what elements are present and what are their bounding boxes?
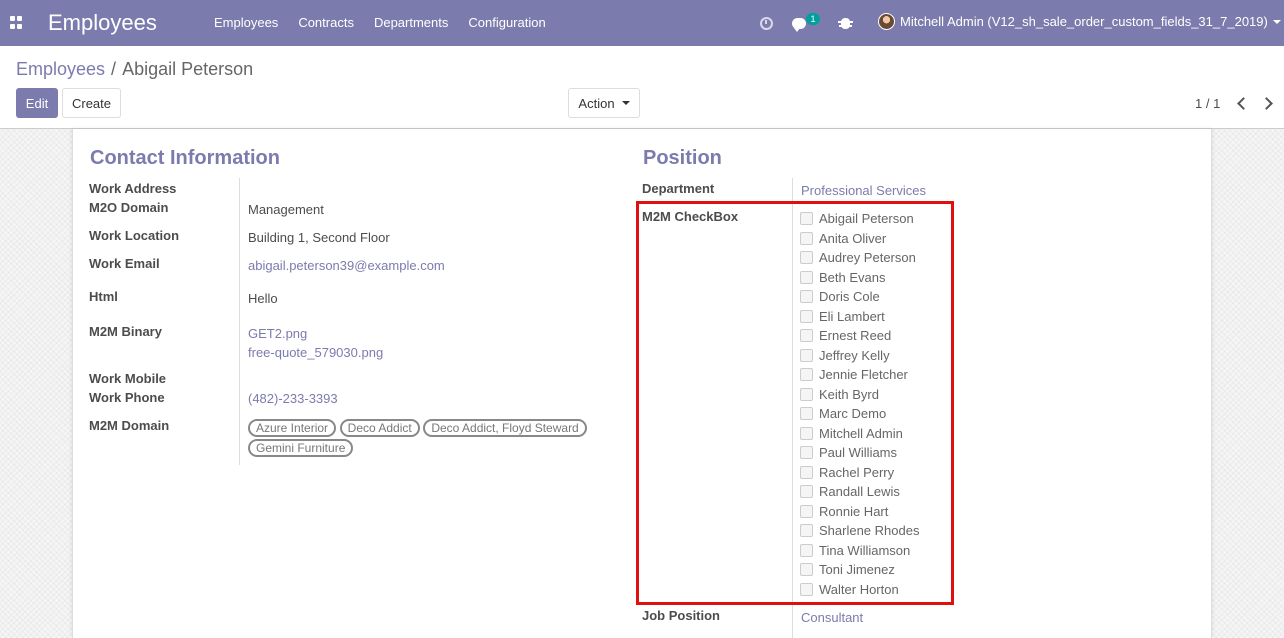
html-value: Hello: [248, 291, 278, 306]
work-address-label: Work Address: [89, 181, 177, 196]
m2o-domain-value[interactable]: Management: [248, 202, 324, 217]
chevron-right-icon[interactable]: [1262, 97, 1274, 109]
chat-icon[interactable]: [792, 0, 806, 46]
pager-value[interactable]: 1 / 1: [1195, 96, 1220, 111]
department-label: Department: [642, 181, 715, 196]
m2m-binary-label: M2M Binary: [89, 324, 162, 339]
html-label: Html: [89, 289, 118, 304]
menu-item-configuration[interactable]: Configuration: [468, 15, 545, 30]
avatar: [878, 13, 895, 30]
m2m-domain-tags: Azure Interior Deco Addict Deco Addict, …: [248, 419, 588, 459]
contact-divider: [239, 178, 240, 465]
menu-item-employees[interactable]: Employees: [214, 15, 278, 30]
annotation-highlight-box: [636, 201, 954, 605]
app-title: Employees: [48, 10, 157, 35]
chevron-left-icon[interactable]: [1235, 97, 1247, 109]
breadcrumb-current: Abigail Peterson: [122, 59, 254, 79]
department-link[interactable]: Professional Services: [801, 183, 926, 198]
work-email-label: Work Email: [89, 256, 160, 271]
create-button[interactable]: Create: [62, 88, 121, 118]
m2m-domain-label: M2M Domain: [89, 418, 170, 433]
breadcrumb-separator: /: [111, 59, 117, 79]
work-mobile-label: Work Mobile: [89, 371, 167, 386]
breadcrumb-parent[interactable]: Employees: [16, 59, 105, 80]
breadcrumb: Employees / Abigail Peterson: [16, 59, 253, 80]
main-menu: Employees Contracts Departments Configur…: [204, 15, 556, 30]
work-location-value: Building 1, Second Floor: [248, 230, 390, 245]
chat-count-badge: 1: [806, 13, 820, 25]
user-menu[interactable]: Mitchell Admin (V12_sh_sale_order_custom…: [878, 13, 1281, 30]
tag-badge[interactable]: Azure Interior: [248, 419, 337, 437]
action-dropdown-button[interactable]: Action: [568, 88, 640, 118]
action-label: Action: [578, 95, 615, 111]
user-name: Mitchell Admin (V12_sh_sale_order_custom…: [900, 14, 1268, 29]
job-position-link[interactable]: Consultant: [801, 610, 863, 625]
attachment-link[interactable]: GET2.png: [248, 326, 307, 341]
tag-badge[interactable]: Gemini Furniture: [248, 439, 354, 457]
chevron-down-icon: [1272, 19, 1281, 24]
bug-icon[interactable]: [838, 0, 853, 46]
work-location-label: Work Location: [89, 228, 180, 243]
attachment-link[interactable]: free-quote_579030.png: [248, 345, 383, 360]
chevron-down-icon: [621, 101, 630, 105]
contact-information-title: Contact Information: [90, 147, 280, 169]
job-position-label: Job Position: [642, 608, 720, 623]
menu-item-departments[interactable]: Departments: [374, 15, 448, 30]
m2o-domain-label: M2O Domain: [89, 200, 169, 215]
menu-item-contracts[interactable]: Contracts: [298, 15, 354, 30]
position-title: Position: [643, 147, 722, 169]
clock-icon[interactable]: [760, 0, 773, 46]
work-phone-link[interactable]: (482)-233-3393: [248, 391, 338, 406]
work-phone-label: Work Phone: [89, 390, 165, 405]
apps-icon[interactable]: [10, 16, 23, 29]
edit-button[interactable]: Edit: [16, 88, 58, 118]
tag-badge[interactable]: Deco Addict: [339, 419, 420, 437]
top-navbar: Employees Employees Contracts Department…: [0, 0, 1284, 46]
work-email-link[interactable]: abigail.peterson39@example.com: [248, 258, 445, 273]
tag-badge[interactable]: Deco Addict, Floyd Steward: [423, 419, 587, 437]
